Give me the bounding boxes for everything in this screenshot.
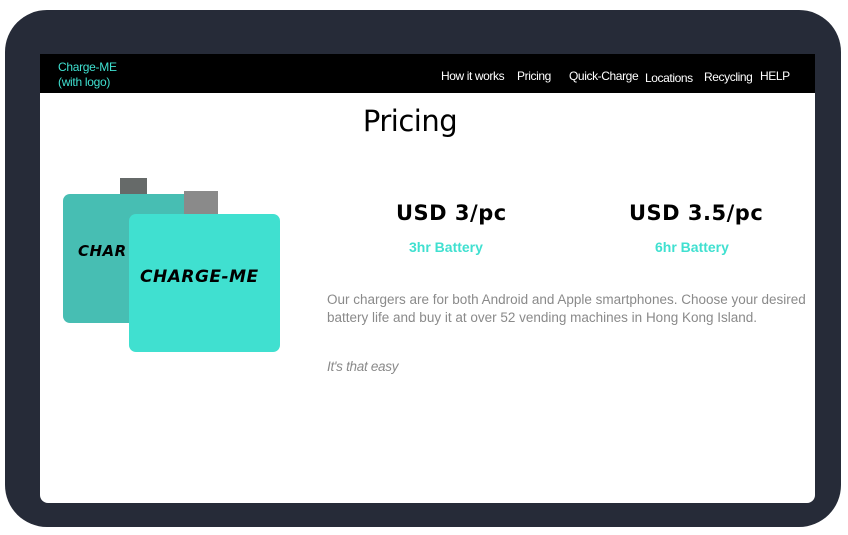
plan-6hr-price: USD 3.5/pc <box>629 201 764 225</box>
plan-6hr-label[interactable]: 6hr Battery <box>655 239 729 255</box>
nav-quick-charge[interactable]: Quick-Charge <box>569 69 639 83</box>
brand-logo-note: (with logo) <box>58 75 111 89</box>
battery-back-label: CHAR <box>78 242 127 260</box>
nav-recycling[interactable]: Recycling <box>704 70 753 84</box>
nav-locations[interactable]: Locations <box>645 71 693 85</box>
nav-help[interactable]: HELP <box>760 69 790 83</box>
page-title: Pricing <box>362 104 458 138</box>
plan-3hr-label[interactable]: 3hr Battery <box>409 239 483 255</box>
tagline: It's that easy <box>327 359 399 374</box>
nav-pricing[interactable]: Pricing <box>517 69 551 83</box>
nav-how-it-works[interactable]: How it works <box>441 69 505 83</box>
battery-front-label: CHARGE-ME <box>140 267 259 287</box>
brand-name: Charge-ME <box>58 60 117 74</box>
description-text: Our chargers are for both Android and Ap… <box>327 292 806 325</box>
brand-logo[interactable]: Charge-ME (with logo) <box>58 60 117 90</box>
battery-front-terminal <box>184 191 218 215</box>
navbar: Charge-ME (with logo) How it works Prici… <box>40 54 815 93</box>
device-frame: Charge-ME (with logo) How it works Prici… <box>5 10 841 527</box>
plan-3hr-price: USD 3/pc <box>396 201 507 225</box>
screen: Charge-ME (with logo) How it works Prici… <box>40 54 815 503</box>
battery-back-terminal <box>120 178 147 195</box>
